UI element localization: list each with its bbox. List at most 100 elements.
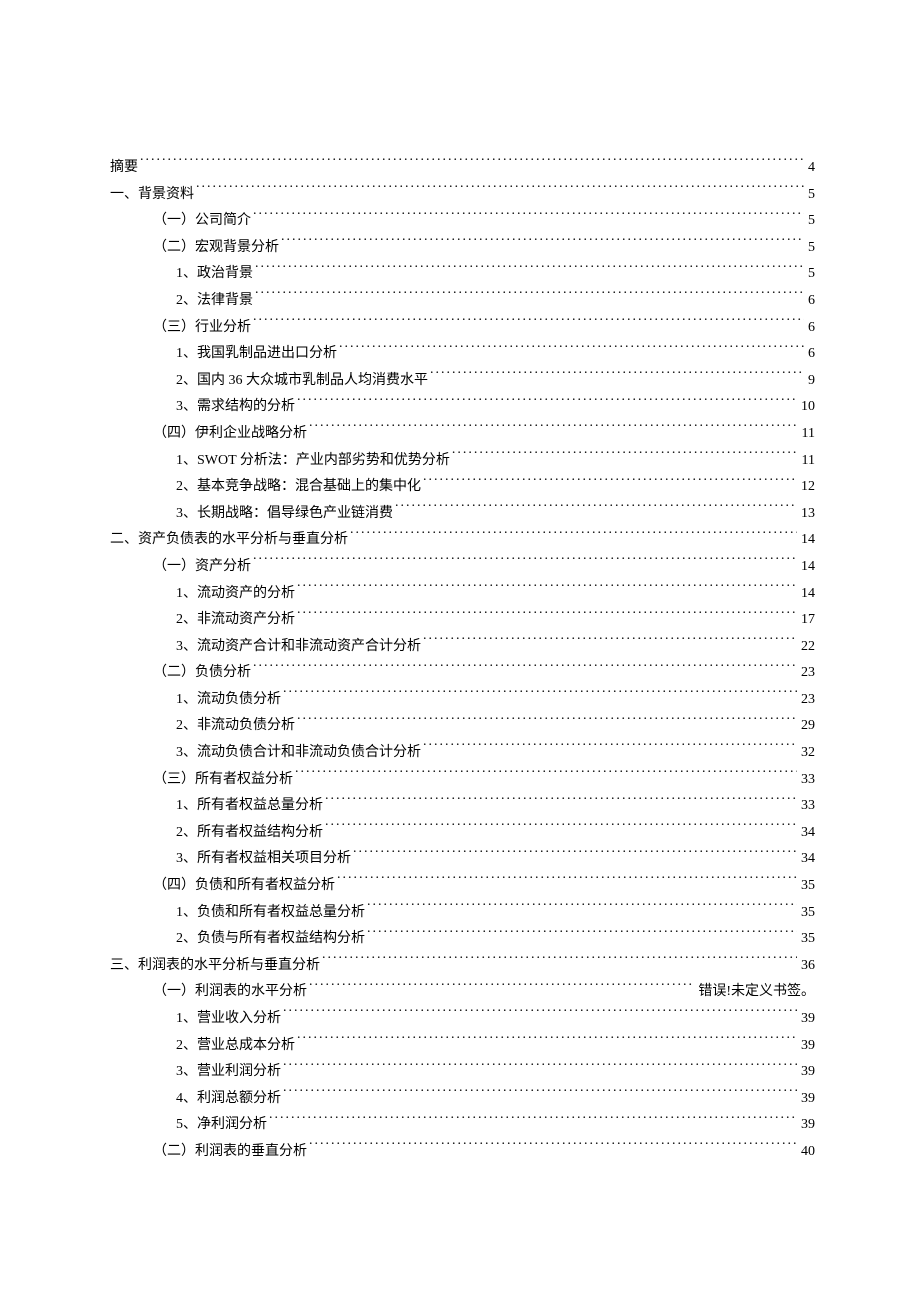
toc-page-number: 39 [799, 1086, 815, 1113]
toc-leader-dots [353, 848, 797, 862]
toc-page-number: 35 [799, 873, 815, 900]
toc-label: 3、所有者权益相关项目分析 [176, 846, 351, 873]
toc-entry[interactable]: （三）所有者权益分析33 [110, 767, 815, 794]
toc-leader-dots [253, 662, 797, 676]
toc-entry[interactable]: 2、基本竞争战略：混合基础上的集中化 12 [110, 474, 815, 501]
toc-leader-dots [297, 1035, 797, 1049]
toc-leader-dots [309, 1141, 797, 1155]
toc-entry[interactable]: 3、需求结构的分析10 [110, 394, 815, 421]
toc-entry[interactable]: 1、所有者权益总量分析 33 [110, 793, 815, 820]
toc-entry[interactable]: （二）宏观背景分析5 [110, 235, 815, 262]
toc-entry[interactable]: 2、所有者权益结构分析34 [110, 820, 815, 847]
toc-entry[interactable]: （二）利润表的垂直分析 40 [110, 1139, 815, 1166]
toc-label: 2、所有者权益结构分析 [176, 820, 323, 847]
toc-label: （一）公司简介 [153, 208, 251, 235]
toc-label: 3、流动资产合计和非流动资产合计分析 [176, 634, 421, 661]
toc-leader-dots [297, 396, 797, 410]
toc-label: （二）利润表的垂直分析 [153, 1139, 307, 1166]
toc-page-number: 4 [806, 155, 815, 182]
toc-entry[interactable]: （一）公司简介 5 [110, 208, 815, 235]
toc-leader-dots [281, 237, 804, 251]
toc-page-number: 33 [799, 767, 815, 794]
toc-leader-dots [325, 795, 797, 809]
toc-leader-dots [297, 609, 797, 623]
toc-entry[interactable]: 2、国内 36 大众城市乳制品人均消费水平9 [110, 368, 815, 395]
toc-entry[interactable]: 1、负债和所有者权益总量分析35 [110, 900, 815, 927]
toc-page-number: 14 [799, 581, 815, 608]
toc-label: 一、背景资料 [110, 182, 194, 209]
toc-page-number: 34 [799, 846, 815, 873]
toc-entry[interactable]: 2、法律背景6 [110, 288, 815, 315]
toc-entry[interactable]: 4、利润总额分析 39 [110, 1086, 815, 1113]
toc-entry[interactable]: 3、营业利润分析 39 [110, 1059, 815, 1086]
toc-label: 4、利润总额分析 [176, 1086, 281, 1113]
toc-entry[interactable]: 2、非流动资产分析17 [110, 607, 815, 634]
toc-leader-dots [430, 370, 804, 384]
toc-entry[interactable]: 2、营业总成本分析39 [110, 1033, 815, 1060]
toc-label: 三、利润表的水平分析与垂直分析 [110, 953, 320, 980]
toc-leader-dots [423, 636, 797, 650]
toc-label: （四）伊利企业战略分析 [153, 421, 307, 448]
toc-page-number: 23 [799, 660, 815, 687]
toc-page-number: 6 [806, 315, 815, 342]
toc-label: 3、营业利润分析 [176, 1059, 281, 1086]
toc-leader-dots [423, 476, 797, 490]
toc-leader-dots [283, 1061, 797, 1075]
toc-page-number: 35 [799, 926, 815, 953]
toc-leader-dots [423, 742, 797, 756]
toc-page-number: 错误!未定义书签。 [696, 979, 815, 1006]
toc-leader-dots [367, 902, 797, 916]
toc-page-number: 6 [806, 288, 815, 315]
toc-entry[interactable]: （三）行业分析6 [110, 315, 815, 342]
toc-entry[interactable]: （一）利润表的水平分析错误!未定义书签。 [110, 979, 815, 1006]
toc-leader-dots [309, 981, 694, 995]
toc-label: （四）负债和所有者权益分析 [153, 873, 335, 900]
toc-page-number: 12 [799, 474, 815, 501]
toc-label: 1、流动负债分析 [176, 687, 281, 714]
toc-page: 摘要4一、背景资料5（一）公司简介 5（二）宏观背景分析51、政治背景52、法律背… [0, 0, 920, 1166]
toc-entry[interactable]: 一、背景资料5 [110, 182, 815, 209]
toc-label: 5、净利润分析 [176, 1112, 267, 1139]
toc-label: （二）宏观背景分析 [153, 235, 279, 262]
toc-page-number: 40 [799, 1139, 815, 1166]
toc-page-number: 23 [799, 687, 815, 714]
toc-entry[interactable]: （四）负债和所有者权益分析 35 [110, 873, 815, 900]
toc-leader-dots [283, 689, 797, 703]
toc-leader-dots [339, 343, 804, 357]
toc-entry[interactable]: 三、利润表的水平分析与垂直分析 36 [110, 953, 815, 980]
toc-entry[interactable]: 1、流动负债分析 23 [110, 687, 815, 714]
toc-entry[interactable]: 1、我国乳制品进出口分析 6 [110, 341, 815, 368]
toc-label: 1、我国乳制品进出口分析 [176, 341, 337, 368]
toc-entry[interactable]: 3、流动资产合计和非流动资产合计分析 22 [110, 634, 815, 661]
toc-entry[interactable]: （二）负债分析23 [110, 660, 815, 687]
toc-page-number: 36 [799, 953, 815, 980]
toc-leader-dots [309, 423, 798, 437]
toc-label: 2、非流动负债分析 [176, 713, 295, 740]
toc-page-number: 33 [799, 793, 815, 820]
toc-entry[interactable]: 1、流动资产的分析14 [110, 581, 815, 608]
toc-page-number: 22 [799, 634, 815, 661]
toc-entry[interactable]: 2、非流动负债分析29 [110, 713, 815, 740]
toc-label: 2、基本竞争战略：混合基础上的集中化 [176, 474, 421, 501]
toc-entry[interactable]: 3、流动负债合计和非流动负债合计分析32 [110, 740, 815, 767]
toc-label: 3、流动负债合计和非流动负债合计分析 [176, 740, 421, 767]
toc-entry[interactable]: 二、资产负债表的水平分析与垂直分析14 [110, 527, 815, 554]
toc-page-number: 5 [806, 208, 815, 235]
toc-entry[interactable]: 5、净利润分析 39 [110, 1112, 815, 1139]
toc-label: 二、资产负债表的水平分析与垂直分析 [110, 527, 348, 554]
toc-page-number: 39 [799, 1059, 815, 1086]
toc-entry[interactable]: 1、营业收入分析39 [110, 1006, 815, 1033]
toc-entry[interactable]: （四）伊利企业战略分析11 [110, 421, 815, 448]
toc-entry[interactable]: 1、SWOT 分析法：产业内部劣势和优势分析11 [110, 448, 815, 475]
toc-leader-dots [367, 928, 797, 942]
toc-label: 1、所有者权益总量分析 [176, 793, 323, 820]
toc-page-number: 6 [806, 341, 815, 368]
toc-entry[interactable]: 摘要4 [110, 155, 815, 182]
toc-entry[interactable]: 1、政治背景5 [110, 261, 815, 288]
toc-entry[interactable]: （一）资产分析14 [110, 554, 815, 581]
toc-page-number: 9 [806, 368, 815, 395]
toc-entry[interactable]: 2、负债与所有者权益结构分析35 [110, 926, 815, 953]
toc-entry[interactable]: 3、所有者权益相关项目分析 34 [110, 846, 815, 873]
toc-page-number: 39 [799, 1112, 815, 1139]
toc-entry[interactable]: 3、长期战略：倡导绿色产业链消费13 [110, 501, 815, 528]
